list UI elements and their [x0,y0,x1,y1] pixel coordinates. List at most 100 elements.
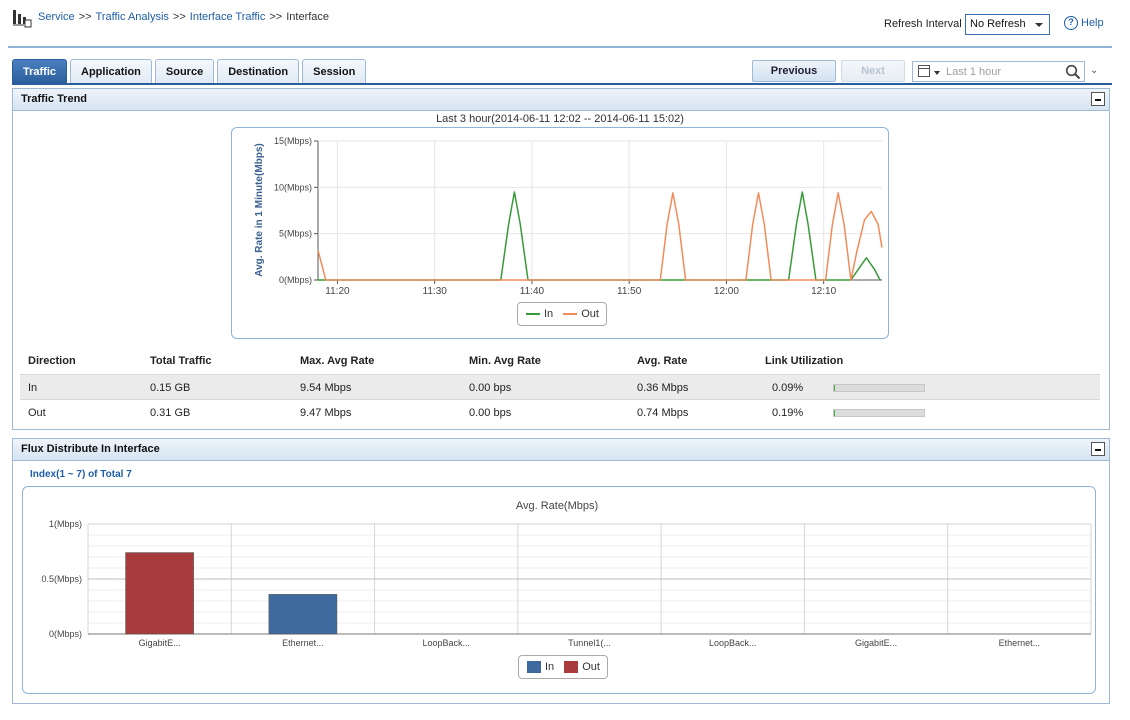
tab-application[interactable]: Application [70,59,152,84]
traffic-trend-header: Traffic Trend [13,89,1109,111]
x-tick-label: GigabitE... [855,638,897,648]
legend-out-label: Out [581,308,599,320]
flux-bar-chart: Avg. Rate(Mbps) 0(Mbps) 0.5(Mbps) 1(Mbps) … [22,486,1096,694]
utilization-cell: 0.19% [772,407,804,419]
legend-out-label: Out [582,661,600,673]
x-tick-label: 11:30 [423,286,448,297]
flux-distribute-title: Flux Distribute In Interface [21,443,160,455]
help-label: Help [1081,17,1104,29]
tab-bar: Traffic Application Source Destination S… [12,59,367,84]
breadcrumb-service[interactable]: Service [38,11,75,23]
legend-out[interactable]: Out [563,308,599,320]
legend-in-marker [526,313,540,315]
legend-out-marker [564,661,579,673]
time-range-input[interactable]: Last 1 hour [912,61,1085,82]
summary-table: Direction Total Traffic Max. Avg Rate Mi… [20,348,1100,426]
max-rate-cell: 9.54 Mbps [300,382,352,394]
x-tick-label: Ethernet... [999,638,1041,648]
y-tick-label: 1(Mbps) [49,519,82,529]
legend-out[interactable]: Out [564,661,600,673]
column-header: Total Traffic [150,355,212,367]
x-tick-label: LoopBack... [422,638,470,648]
traffic-analysis-icon [13,10,32,28]
index-summary: Index(1 ~ 7) of Total 7 [30,469,132,480]
x-tick-label: 12:10 [811,286,836,297]
legend-in-marker [527,661,541,673]
x-tick-label: Tunnel1(... [568,638,611,648]
legend-in[interactable]: In [526,308,553,320]
chevron-down-icon[interactable] [934,71,940,75]
y-tick-label: 15(Mbps) [274,136,312,146]
header-divider [8,46,1112,48]
direction-cell: Out [28,407,46,419]
traffic-trend-title: Traffic Trend [21,93,88,105]
y-tick-label: 0(Mbps) [49,629,82,639]
flux-distribute-header: Flux Distribute In Interface [13,439,1109,461]
tabs-baseline [12,83,1112,85]
y-tick-label: 0.5(Mbps) [41,574,82,584]
tab-traffic[interactable]: Traffic [12,59,68,84]
tab-session[interactable]: Session [302,59,367,84]
y-tick-label: 5(Mbps) [279,229,312,239]
min-rate-cell: 0.00 bps [469,407,512,419]
previous-button[interactable]: Previous [752,60,836,82]
chart-title: Avg. Rate(Mbps) [516,500,598,512]
direction-cell: In [28,382,38,394]
refresh-interval-label: Refresh Interval [884,18,962,30]
table-row[interactable]: Out 0.31 GB 9.47 Mbps 0.00 bps 0.74 Mbps… [20,400,1100,426]
bar-out[interactable] [125,552,194,635]
utilization-bar [833,384,925,392]
avg-rate-cell: 0.74 Mbps [637,407,689,419]
refresh-interval-value: No Refresh [970,18,1026,30]
y-tick-label: 0(Mbps) [279,275,312,285]
expand-options-icon[interactable]: ⌄ [1090,65,1098,76]
x-tick-label: 11:40 [520,286,545,297]
series-line-out[interactable] [317,192,883,281]
breadcrumb-traffic-analysis[interactable]: Traffic Analysis [96,11,169,23]
top-bar: Service >> Traffic Analysis >> Interface Tra… [0,0,1130,46]
collapse-icon[interactable] [1091,92,1105,106]
series-line-in[interactable] [318,191,881,281]
search-icon[interactable] [1065,64,1081,80]
max-rate-cell: 9.47 Mbps [300,407,352,419]
breadcrumb: Service >> Traffic Analysis >> Interface Tra… [38,11,330,23]
column-header: Min. Avg Rate [469,355,541,367]
table-row[interactable]: In 0.15 GB 9.54 Mbps 0.00 bps 0.36 Mbps … [20,374,1100,400]
column-header: Link Utilization [765,355,844,367]
utilization-fill [834,385,836,391]
next-button[interactable]: Next [841,60,905,82]
x-tick-label: LoopBack... [709,638,757,648]
tab-source[interactable]: Source [154,59,215,84]
legend-in[interactable]: In [527,661,554,673]
breadcrumb-interface-traffic[interactable]: Interface Traffic [190,11,266,23]
flux-legend: In Out [518,655,608,679]
total-traffic-cell: 0.15 GB [150,382,191,394]
column-header: Avg. Rate [637,355,688,367]
x-tick-label: GigabitE... [139,638,181,648]
bar-in[interactable] [268,594,338,635]
refresh-interval-select[interactable]: No Refresh [965,14,1050,35]
tab-destination[interactable]: Destination [217,59,300,84]
min-rate-cell: 0.00 bps [469,382,512,394]
chevron-down-icon [1035,23,1043,27]
help-icon: ? [1064,16,1078,30]
calendar-icon[interactable] [918,65,930,77]
x-tick-label: 12:00 [714,286,739,297]
utilization-fill [834,410,836,416]
utilization-bar [833,409,925,417]
help-link[interactable]: ? Help [1064,16,1104,30]
legend-in-label: In [545,661,555,673]
collapse-icon[interactable] [1091,442,1105,456]
utilization-cell: 0.09% [772,382,804,394]
breadcrumb-current: Interface [286,11,330,23]
column-header: Direction [28,355,76,367]
traffic-trend-chart: 0(Mbps) 5(Mbps) 10(Mbps) 15(Mbps) 11:20 11:3… [231,127,889,339]
trend-legend: In Out [517,302,607,326]
legend-in-label: In [544,308,554,320]
table-header-row: Direction Total Traffic Max. Avg Rate Mi… [20,348,1100,374]
column-header: Max. Avg Rate [300,355,375,367]
avg-rate-cell: 0.36 Mbps [637,382,689,394]
y-axis-label: Avg. Rate in 1 Minute(Mbps) [254,143,265,277]
x-tick-label: 11:20 [325,286,350,297]
total-traffic-cell: 0.31 GB [150,407,191,419]
